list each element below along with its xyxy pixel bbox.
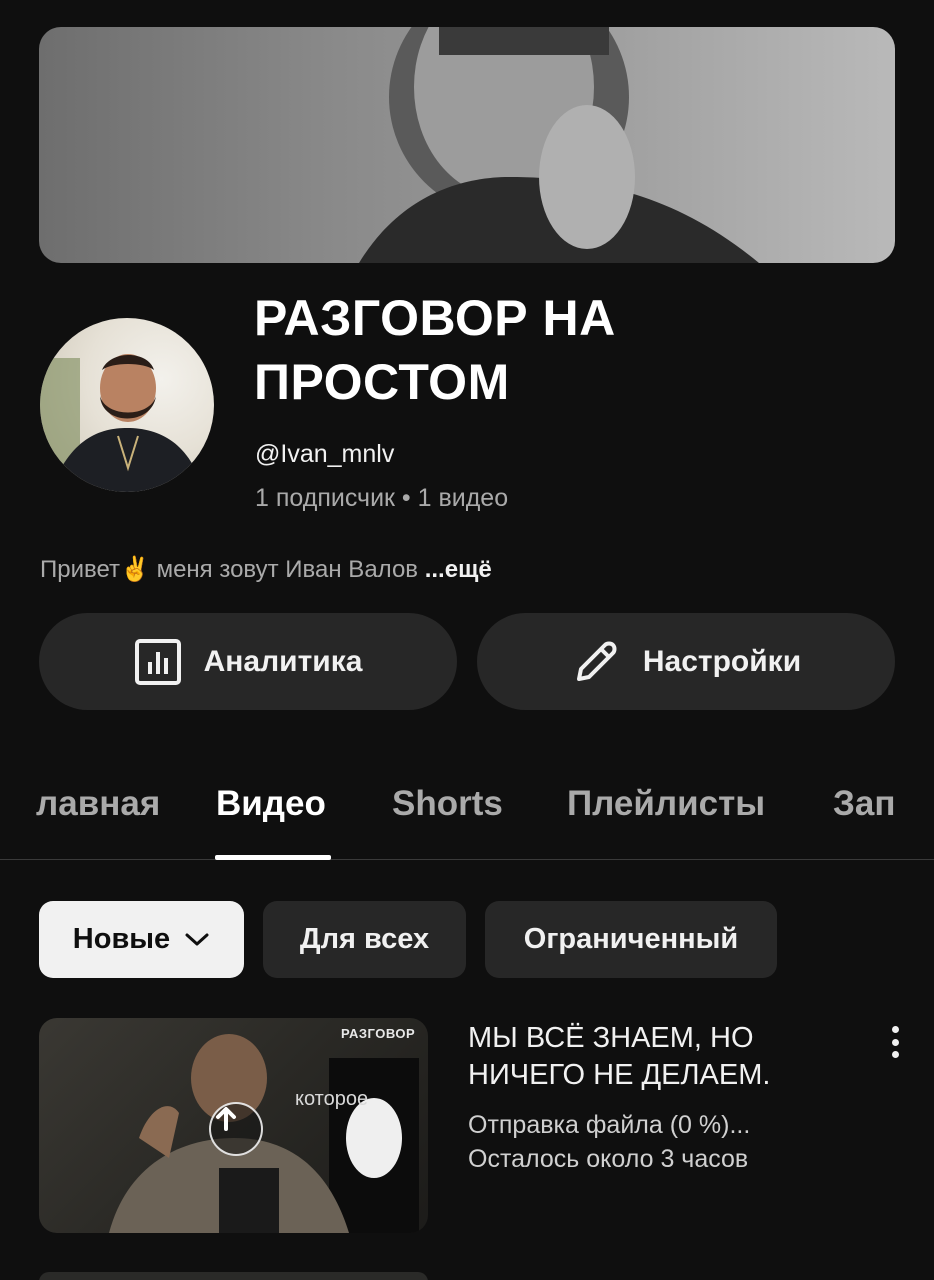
upload-time-remaining: Осталось около 3 часов [468, 1145, 749, 1173]
tab-shorts[interactable]: Shorts [392, 784, 503, 824]
channel-page: РАЗГОВОР НА ПРОСТОМ @Ivan_mnlv 1 подписч… [0, 0, 934, 1280]
next-video-thumbnail[interactable] [39, 1272, 428, 1280]
filter-chip-restricted[interactable]: Ограниченный [485, 901, 777, 978]
analytics-label: Аналитика [203, 644, 363, 678]
channel-tabs: лавная Видео Shorts Плейлисты Зап [0, 760, 934, 860]
tab-posts[interactable]: Зап [833, 784, 896, 824]
channel-title: РАЗГОВОР НА ПРОСТОМ [254, 290, 616, 410]
pencil-icon [576, 641, 617, 681]
sort-chip[interactable]: Новые [39, 901, 244, 978]
description-text: Привет✌️ меня зовут Иван Валов [40, 556, 419, 583]
thumbnail-brand-text: РАЗГОВОР [341, 1026, 416, 1041]
channel-avatar[interactable] [40, 318, 214, 492]
chevron-down-icon [185, 933, 209, 945]
sort-chip-label: Новые [72, 923, 171, 955]
upload-arrow-icon [209, 1102, 263, 1156]
tab-home[interactable]: лавная [36, 784, 160, 824]
video-thumbnail[interactable]: РАЗГОВОР которое [39, 1018, 428, 1233]
channel-stats: 1 подписчик • 1 видео [255, 484, 509, 512]
analytics-button[interactable]: Аналитика [39, 613, 457, 710]
analytics-icon [134, 638, 181, 685]
description-more-link[interactable]: ...ещё [425, 556, 492, 583]
upload-status: Отправка файла (0 %)... Осталось около 3… [468, 1108, 848, 1176]
channel-description[interactable]: Привет✌️ меня зовут Иван Валов ...ещё [40, 555, 492, 584]
channel-banner [39, 27, 895, 263]
upload-progress-text: Отправка файла (0 %)... [468, 1111, 751, 1139]
settings-label: Настройки [642, 644, 802, 678]
settings-button[interactable]: Настройки [477, 613, 895, 710]
channel-handle: @Ivan_mnlv [255, 440, 395, 468]
more-vert-icon[interactable] [880, 1022, 910, 1062]
tab-playlists[interactable]: Плейлисты [567, 784, 765, 824]
tab-videos[interactable]: Видео [216, 784, 326, 824]
thumbnail-caption: которое [295, 1088, 369, 1110]
active-tab-indicator [215, 855, 331, 860]
filter-chip-all[interactable]: Для всех [263, 901, 466, 978]
video-title[interactable]: МЫ ВСЁ ЗНАЕМ, НО НИЧЕГО НЕ ДЕЛАЕМ. [468, 1020, 848, 1094]
